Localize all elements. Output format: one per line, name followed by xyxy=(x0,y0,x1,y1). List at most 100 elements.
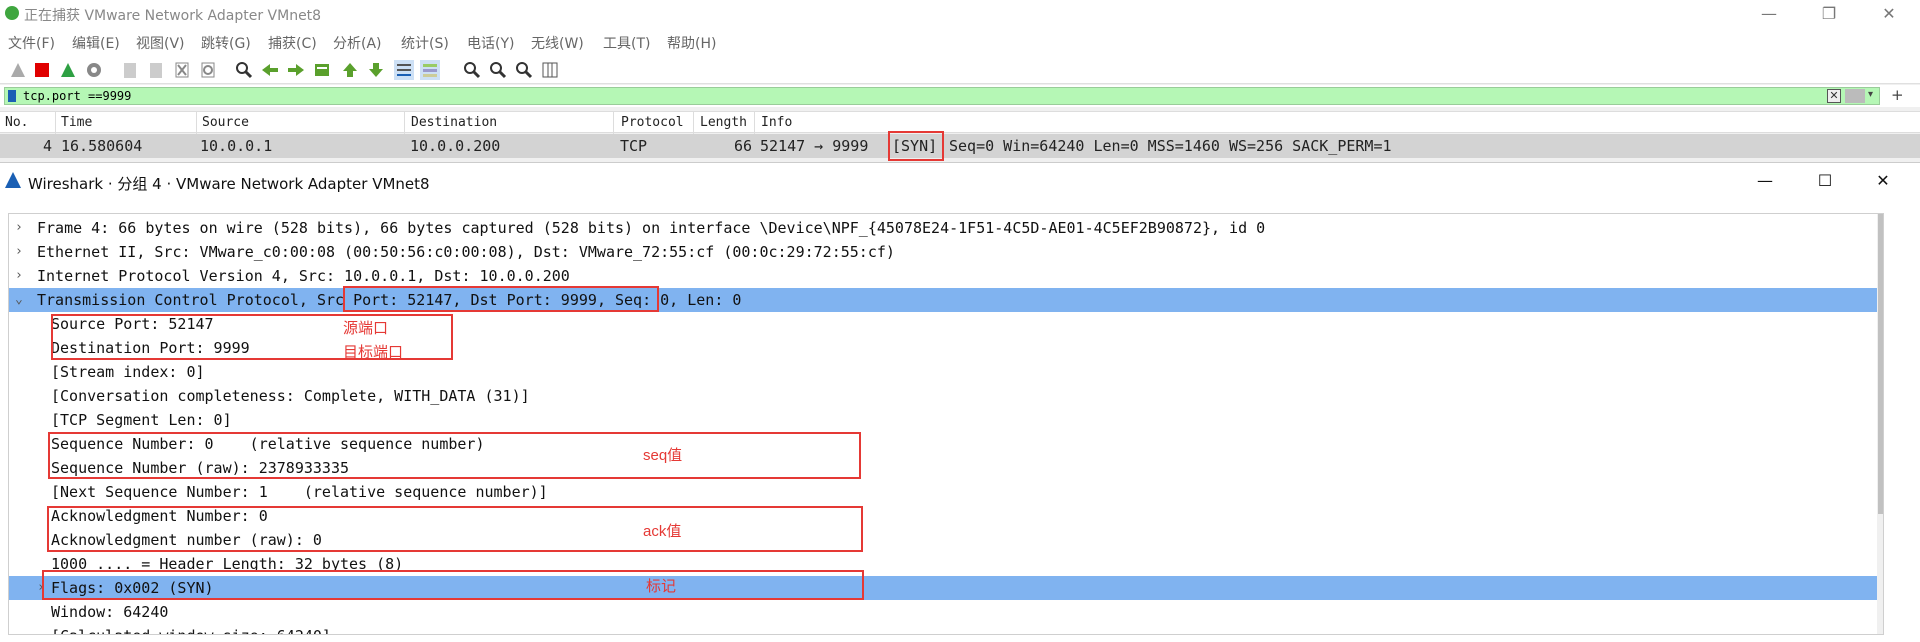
menu-capture[interactable]: 捕获(C) xyxy=(268,33,317,53)
col-info[interactable]: Info xyxy=(761,115,792,130)
cell-time: 16.580604 xyxy=(61,137,143,155)
wireshark-capture-icon xyxy=(5,6,19,20)
tree-row-segment-len[interactable]: [TCP Segment Len: 0] xyxy=(9,408,1877,432)
tree-row-ip[interactable]: › Internet Protocol Version 4, Src: 10.0… xyxy=(9,264,1877,288)
cell-info-ports: 52147 → 9999 xyxy=(760,137,869,155)
tree-row-label: [TCP Segment Len: 0] xyxy=(51,411,232,429)
zoom-out-icon[interactable] xyxy=(488,60,508,80)
col-time[interactable]: Time xyxy=(61,115,92,130)
filter-dropdown-icon[interactable]: ▾ xyxy=(1868,89,1873,100)
go-to-packet-icon[interactable] xyxy=(312,60,332,80)
flags-note: 标记 xyxy=(646,578,677,595)
chevron-right-icon[interactable]: › xyxy=(15,264,23,288)
menu-wireless[interactable]: 无线(W) xyxy=(531,33,584,53)
open-file-icon[interactable] xyxy=(120,60,140,80)
save-file-icon[interactable] xyxy=(146,60,166,80)
menu-view[interactable]: 视图(V) xyxy=(136,33,185,53)
menu-go[interactable]: 跳转(G) xyxy=(201,33,251,53)
cell-protocol: TCP xyxy=(620,137,648,155)
ack-fields-box xyxy=(47,506,863,552)
col-source[interactable]: Source xyxy=(202,115,249,130)
add-filter-button-icon[interactable]: + xyxy=(1891,86,1904,104)
tcp-label: Transmission Control Protocol, xyxy=(37,291,317,309)
resize-columns-icon[interactable] xyxy=(540,60,560,80)
close-button[interactable]: ✕ xyxy=(1866,0,1912,28)
menu-help[interactable]: 帮助(H) xyxy=(667,33,716,53)
go-first-packet-icon[interactable] xyxy=(340,60,360,80)
ack-note: ack值 xyxy=(643,523,682,540)
vertical-scrollbar[interactable] xyxy=(1877,214,1883,634)
col-separator xyxy=(55,112,56,134)
scrollbar-thumb[interactable] xyxy=(1878,214,1883,514)
find-packet-icon[interactable] xyxy=(234,60,254,80)
tree-row-label: Internet Protocol Version 4, Src: 10.0.0… xyxy=(37,267,570,285)
table-row[interactable]: 4 16.580604 10.0.0.1 10.0.0.200 TCP 66 5… xyxy=(0,134,1920,158)
restore-button[interactable]: ❐ xyxy=(1806,0,1852,28)
stop-capture-icon[interactable] xyxy=(32,60,52,80)
col-separator xyxy=(693,112,694,134)
col-no[interactable]: No. xyxy=(5,115,28,130)
go-back-icon[interactable] xyxy=(260,60,280,80)
chevron-right-icon[interactable]: › xyxy=(15,216,23,240)
go-forward-icon[interactable] xyxy=(286,60,306,80)
menu-tools[interactable]: 工具(T) xyxy=(603,33,650,53)
tree-row-ethernet[interactable]: › Ethernet II, Src: VMware_c0:00:08 (00:… xyxy=(9,240,1877,264)
tree-row-label: Frame 4: 66 bytes on wire (528 bits), 66… xyxy=(37,219,1266,237)
main-title-bar: 正在捕获 VMware Network Adapter VMnet8 — ❐ ✕ xyxy=(0,0,1920,28)
minimize-button[interactable]: — xyxy=(1746,0,1792,28)
col-destination[interactable]: Destination xyxy=(411,115,497,130)
tree-row-label: [Next Sequence Number: 1 (relative seque… xyxy=(51,483,548,501)
restart-capture-icon[interactable] xyxy=(58,60,78,80)
menu-analyze[interactable]: 分析(A) xyxy=(333,33,382,53)
tree-row-label: [Stream index: 0] xyxy=(51,363,205,381)
menu-statistics[interactable]: 统计(S) xyxy=(401,33,449,53)
menu-file[interactable]: 文件(F) xyxy=(8,33,55,53)
detail-minimize-button[interactable]: — xyxy=(1742,167,1788,195)
cell-source: 10.0.0.1 xyxy=(200,137,273,155)
seq-fields-box xyxy=(48,432,861,479)
menu-edit[interactable]: 编辑(E) xyxy=(72,33,120,53)
tree-row-label: [Conversation completeness: Complete, WI… xyxy=(51,387,530,405)
tree-row-stream[interactable]: [Stream index: 0] xyxy=(9,360,1877,384)
apply-filter-icon[interactable] xyxy=(1845,89,1865,103)
wireshark-fin-icon xyxy=(5,172,21,188)
tree-row-conversation[interactable]: [Conversation completeness: Complete, WI… xyxy=(9,384,1877,408)
packet-list-header: No. Time Source Destination Protocol Len… xyxy=(0,111,1920,134)
col-protocol[interactable]: Protocol xyxy=(621,115,684,130)
reload-file-icon[interactable] xyxy=(198,60,218,80)
chevron-right-icon[interactable]: › xyxy=(15,240,23,264)
go-last-packet-icon[interactable] xyxy=(366,60,386,80)
auto-scroll-icon[interactable] xyxy=(394,60,414,80)
close-file-icon[interactable] xyxy=(172,60,192,80)
syn-highlight-box xyxy=(888,131,944,161)
tree-row-tcp[interactable]: ⌄ Transmission Control Protocol, Src Por… xyxy=(9,288,1877,312)
col-separator xyxy=(404,112,405,134)
cell-length: 66 xyxy=(734,137,753,155)
tree-row-next-seq[interactable]: [Next Sequence Number: 1 (relative seque… xyxy=(9,480,1877,504)
col-separator xyxy=(754,112,755,134)
shark-fin-start-icon[interactable] xyxy=(8,60,28,80)
tree-row-window[interactable]: Window: 64240 xyxy=(9,600,1877,624)
colorize-icon[interactable] xyxy=(420,60,440,80)
menu-telephony[interactable]: 电话(Y) xyxy=(467,33,514,53)
bookmark-icon[interactable] xyxy=(8,90,16,102)
zoom-in-icon[interactable] xyxy=(462,60,482,80)
clear-filter-icon[interactable]: ✕ xyxy=(1827,89,1841,103)
menu-bar: 文件(F) 编辑(E) 视图(V) 跳转(G) 捕获(C) 分析(A) 统计(S… xyxy=(0,28,1920,56)
cell-destination: 10.0.0.200 xyxy=(410,137,501,155)
col-separator xyxy=(613,112,614,134)
main-window-title: 正在捕获 VMware Network Adapter VMnet8 xyxy=(24,8,322,24)
detail-close-button[interactable]: ✕ xyxy=(1860,167,1906,195)
capture-options-icon[interactable] xyxy=(84,60,104,80)
tree-row-calc-window[interactable]: [Calculated window size: 64240] xyxy=(9,624,1877,634)
detail-maximize-button[interactable]: ☐ xyxy=(1802,167,1848,195)
seq-note: seq值 xyxy=(643,447,683,464)
tree-row-frame[interactable]: › Frame 4: 66 bytes on wire (528 bits), … xyxy=(9,216,1877,240)
cell-info-details: Seq=0 Win=64240 Len=0 MSS=1460 WS=256 SA… xyxy=(949,137,1392,155)
display-filter-input[interactable]: tcp.port ==9999 xyxy=(4,87,1880,105)
chevron-down-icon[interactable]: ⌄ xyxy=(15,288,23,312)
normal-size-icon[interactable] xyxy=(514,60,534,80)
col-length[interactable]: Length xyxy=(700,115,747,130)
tree-row-label: Ethernet II, Src: VMware_c0:00:08 (00:50… xyxy=(37,243,895,261)
tree-row-label: Window: 64240 xyxy=(51,603,169,621)
